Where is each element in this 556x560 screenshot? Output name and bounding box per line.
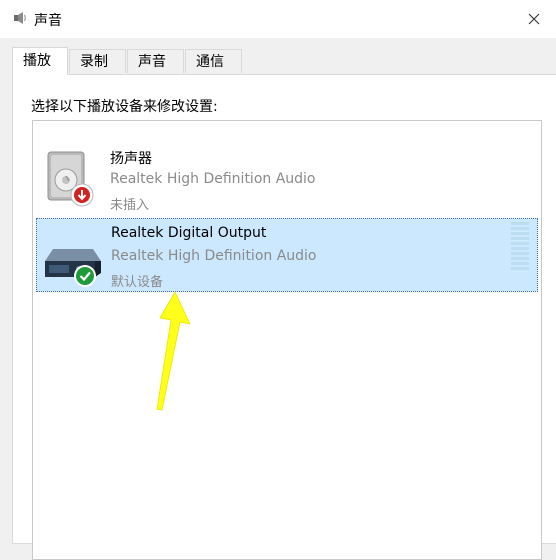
window-title: 声音 — [34, 13, 62, 29]
tab-recording[interactable]: 录制 — [69, 49, 126, 73]
device-name: Realtek Digital Output — [111, 225, 267, 241]
device-status: 默认设备 — [111, 275, 164, 290]
digital-output-icon — [45, 249, 101, 287]
device-item-speaker[interactable]: 扬声器 Realtek High Definition Audio 未插入 — [36, 142, 538, 216]
tab-strip: 播放 录制 声音 通信 — [12, 47, 552, 75]
device-driver: Realtek High Definition Audio — [111, 248, 317, 264]
annotation-arrow-icon — [156, 291, 191, 411]
device-status: 未插入 — [110, 198, 150, 213]
speaker-icon — [47, 151, 94, 207]
device-list[interactable]: 扬声器 Realtek High Definition Audio 未插入 Re… — [32, 120, 542, 560]
speaker-app-icon — [14, 12, 26, 24]
device-name: 扬声器 — [110, 151, 152, 167]
close-icon — [528, 13, 540, 25]
red-down-arrow-badge — [70, 183, 94, 207]
tab-playback[interactable]: 播放 — [12, 47, 68, 75]
instruction-label: 选择以下播放设备来修改设置: — [31, 99, 218, 115]
tab-sounds[interactable]: 声音 — [127, 49, 184, 73]
green-check-badge — [74, 265, 96, 287]
device-driver: Realtek High Definition Audio — [110, 171, 316, 187]
volume-level-meter — [511, 222, 529, 270]
tab-communications[interactable]: 通信 — [185, 49, 242, 73]
playback-panel: 选择以下播放设备来修改设置: 扬声器 Realtek High Definiti… — [12, 74, 556, 560]
title-bar: 声音 — [0, 0, 556, 38]
close-button[interactable] — [512, 0, 556, 38]
device-item-digital-output[interactable]: Realtek Digital Output Realtek High Defi… — [36, 218, 538, 292]
